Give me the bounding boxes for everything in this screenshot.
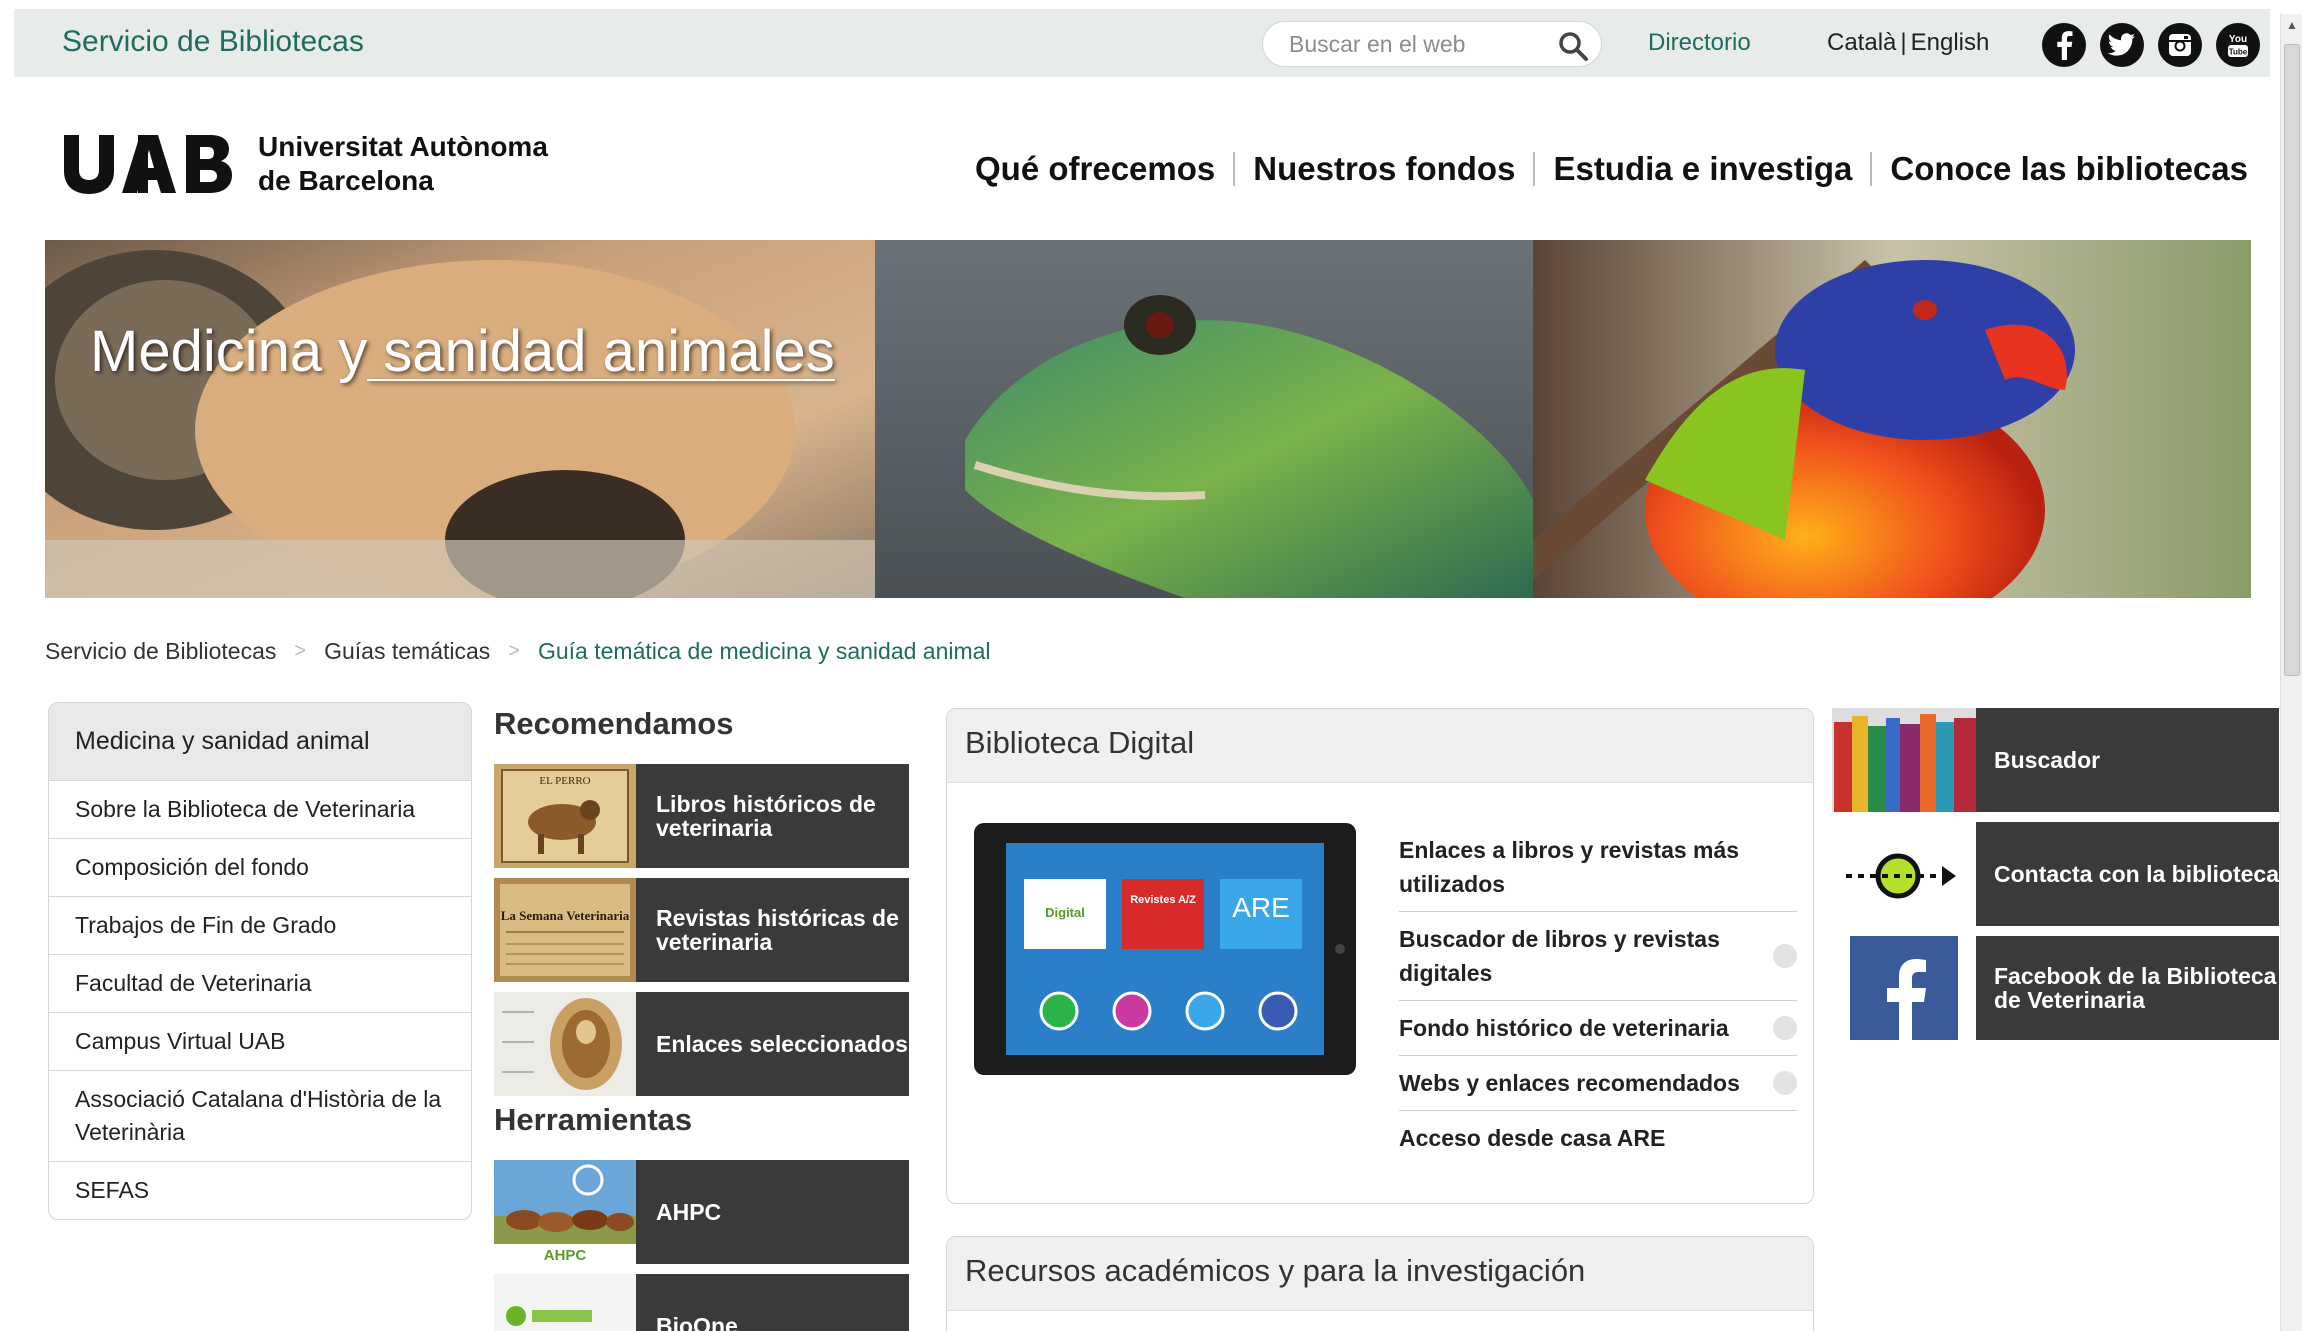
uab-logo-mark-icon [64, 135, 232, 194]
tile-label: BioOne [656, 1313, 738, 1331]
tile-label: Buscador [1994, 747, 2101, 773]
svg-text:Tube: Tube [2229, 48, 2248, 57]
herramientas-heading: Herramientas [494, 1102, 693, 1137]
uab-logo[interactable]: Universitat Autònoma de Barcelona [64, 130, 548, 198]
side-nav-item-composicion[interactable]: Composición del fondo [49, 839, 471, 897]
side-nav-item-facultad[interactable]: Facultad de Veterinaria [49, 955, 471, 1013]
breadcrumb-item-guias[interactable]: Guías temáticas [324, 638, 490, 665]
nav-estudia-e-investiga[interactable]: Estudia e investiga [1553, 150, 1852, 188]
tile-libros-historicos[interactable]: EL PERRO Libros históricos de veterinari… [494, 764, 909, 868]
svg-text:AHPC: AHPC [544, 1247, 587, 1264]
hero-title: Medicina y sanidad animales [90, 319, 835, 384]
tile-contacta[interactable]: Contacta con la biblioteca [1832, 822, 2279, 926]
breadcrumb-current: Guía temática de medicina y sanidad anim… [537, 638, 991, 664]
breadcrumb-item-servicio[interactable]: Servicio de Bibliotecas [45, 638, 276, 665]
nav-separator [1233, 152, 1236, 186]
breadcrumb-separator: > [294, 640, 307, 662]
side-nav-title[interactable]: Medicina y sanidad animal [49, 703, 471, 781]
svg-text:La Semana Veterinaria: La Semana Veterinaria [501, 908, 630, 923]
scroll-thumb[interactable] [2284, 44, 2300, 676]
hero-banner: Medicina y sanidad animales [45, 240, 2251, 598]
facebook-icon[interactable] [2042, 23, 2086, 67]
books-icon [1832, 708, 1976, 812]
chevron-right-icon [1773, 1071, 1797, 1095]
tile-label: Revistas históricas de veterinaria [656, 905, 899, 955]
lang-catala-link[interactable]: Català [1827, 29, 1896, 56]
side-nav-item-tfg[interactable]: Trabajos de Fin de Grado [49, 897, 471, 955]
nav-nuestros-fondos[interactable]: Nuestros fondos [1253, 150, 1515, 188]
tile-ahpc[interactable]: AHPC AHPC [494, 1160, 909, 1264]
recomendamos-heading: Recomendamos [494, 706, 734, 741]
digital-link-webs[interactable]: Webs y enlaces recomendados [1399, 1056, 1797, 1111]
bioone-thumb [494, 1274, 636, 1331]
page-scrollbar[interactable]: ▲ [2280, 14, 2302, 1331]
twitter-icon[interactable] [2100, 23, 2144, 67]
scroll-up-icon[interactable]: ▲ [2281, 14, 2303, 36]
contact-icon [1832, 822, 1976, 926]
tablet-image: Digital Revistes A/Z ARE [974, 823, 1356, 1080]
tile-label: Contacta con la biblioteca [1994, 861, 2279, 887]
tile-label: Enlaces seleccionados [656, 1031, 908, 1057]
digital-link-acceso-are[interactable]: Acceso desde casa ARE [1399, 1111, 1797, 1165]
recursos-academicos-panel: Recursos académicos y para la investigac… [946, 1236, 1814, 1331]
tile-enlaces-seleccionados[interactable]: Enlaces seleccionados [494, 992, 909, 1096]
lang-separator: | [1900, 29, 1907, 56]
facebook-tile-icon [1832, 936, 1976, 1040]
nav-que-ofrecemos[interactable]: Qué ofrecemos [975, 150, 1215, 188]
instagram-icon[interactable] [2158, 23, 2202, 67]
search-input[interactable] [1289, 30, 1539, 58]
top-bar: Servicio de Bibliotecas Directorio Catal… [14, 9, 2270, 77]
lang-english-link[interactable]: English [1911, 29, 1990, 56]
tile-bioone[interactable]: BioOne [494, 1274, 909, 1331]
youtube-icon[interactable]: You Tube [2216, 23, 2260, 67]
libros-historicos-thumb: EL PERRO [494, 764, 636, 868]
nav-separator [1870, 152, 1873, 186]
digital-links-list: Enlaces a libros y revistas más utilizad… [1399, 823, 1797, 1165]
enlaces-seleccionados-thumb [494, 992, 636, 1096]
hero-image [45, 240, 2251, 598]
nav-separator [1533, 152, 1536, 186]
ahpc-thumb: AHPC [494, 1160, 636, 1264]
side-nav-item-associacio[interactable]: Associació Catalana d'Història de la Vet… [49, 1071, 471, 1162]
logo-line-2: de Barcelona [258, 165, 434, 196]
svg-text:ARE: ARE [1232, 892, 1290, 923]
site-name-link[interactable]: Servicio de Bibliotecas [62, 25, 364, 59]
tile-revistas-historicas[interactable]: La Semana Veterinaria Revistas histórica… [494, 878, 909, 982]
logo-line-1: Universitat Autònoma [258, 131, 548, 162]
biblioteca-digital-panel: Biblioteca Digital Digital Revistes A/Z … [946, 708, 1814, 1204]
svg-text:Digital: Digital [1045, 905, 1085, 920]
svg-text:You: You [2229, 34, 2247, 45]
uab-logo-text: Universitat Autònoma de Barcelona [258, 130, 548, 198]
digital-link-fondo-historico[interactable]: Fondo histórico de veterinaria [1399, 1001, 1797, 1056]
side-nav: Medicina y sanidad animal Sobre la Bibli… [48, 702, 472, 1220]
svg-text:EL PERRO: EL PERRO [539, 775, 590, 787]
svg-text:Revistes A/Z: Revistes A/Z [1130, 894, 1196, 906]
chevron-right-icon [1773, 1016, 1797, 1040]
tile-buscador[interactable]: Buscador [1832, 708, 2279, 812]
recursos-academicos-title: Recursos académicos y para la investigac… [947, 1237, 1813, 1311]
side-nav-item-campus-virtual[interactable]: Campus Virtual UAB [49, 1013, 471, 1071]
side-nav-item-sefas[interactable]: SEFAS [49, 1162, 471, 1219]
side-nav-item-sobre-biblioteca[interactable]: Sobre la Biblioteca de Veterinaria [49, 781, 471, 839]
revistas-historicas-thumb: La Semana Veterinaria [494, 878, 636, 982]
main-nav: Qué ofrecemos Nuestros fondos Estudia e … [975, 150, 2248, 188]
directory-link[interactable]: Directorio [1648, 29, 1751, 57]
tile-label: Facebook de la Biblioteca de Veterinaria [1994, 963, 2277, 1013]
digital-link-buscador[interactable]: Buscador de libros y revistas digitales [1399, 912, 1797, 1001]
biblioteca-digital-body: Digital Revistes A/Z ARE Enlaces a libro… [947, 783, 1813, 1203]
search-icon[interactable] [1557, 30, 1589, 62]
social-links: You Tube [2042, 23, 2260, 67]
tile-label: Libros históricos de veterinaria [656, 791, 876, 841]
breadcrumb-separator: > [508, 640, 520, 662]
chevron-right-icon [1773, 944, 1797, 968]
search-box [1262, 21, 1602, 67]
biblioteca-digital-title: Biblioteca Digital [947, 709, 1813, 783]
tile-facebook-biblioteca[interactable]: Facebook de la Biblioteca de Veterinaria [1832, 936, 2279, 1040]
digital-link-enlaces[interactable]: Enlaces a libros y revistas más utilizad… [1399, 823, 1797, 912]
breadcrumb: Servicio de Bibliotecas > Guías temática… [45, 638, 991, 665]
nav-conoce-las-bibliotecas[interactable]: Conoce las bibliotecas [1890, 150, 2248, 188]
tile-label: AHPC [656, 1199, 722, 1225]
language-switcher: Català | English [1827, 29, 1989, 57]
